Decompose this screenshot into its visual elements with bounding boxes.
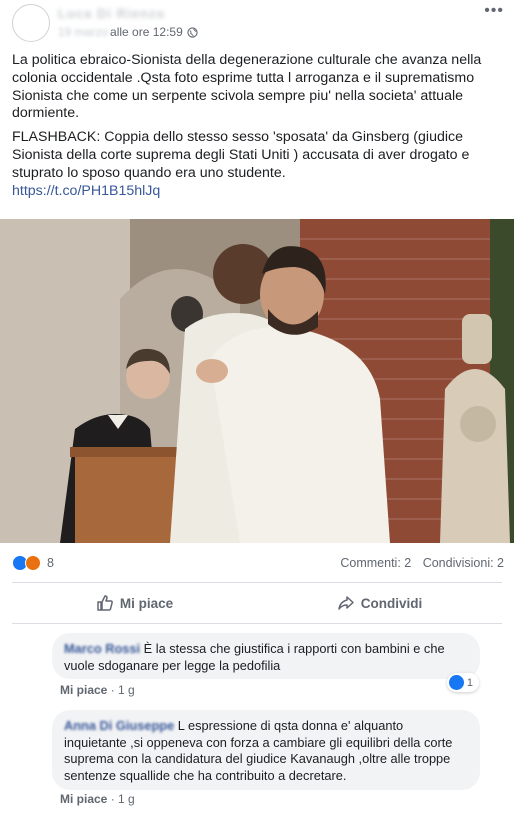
share-button-label: Condividi: [360, 595, 423, 611]
post-paragraph-2-text: FLASHBACK: Coppia dello stesso sesso 'sp…: [12, 129, 470, 181]
post-body: La politica ebraico-Sionista della degen…: [12, 52, 492, 206]
reaction-stats-bar: 8 Commenti: 2 Condivisioni: 2: [12, 553, 504, 573]
comment-bubble: Anna Di Giuseppe L espressione di qsta d…: [52, 710, 480, 790]
comment-like-button[interactable]: Mi piace: [60, 683, 107, 697]
engagement-counts: Commenti: 2 Condivisioni: 2: [332, 556, 504, 570]
commenter-avatar[interactable]: [12, 710, 44, 742]
post-paragraph-2: FLASHBACK: Coppia dello stesso sesso 'sp…: [12, 129, 492, 200]
like-reaction-icon: [448, 675, 464, 690]
comment-like-button[interactable]: Mi piace: [60, 792, 107, 806]
comment-reaction-badge[interactable]: 1: [446, 673, 479, 692]
comment-reaction-count: 1: [466, 676, 473, 689]
comment-meta: Mi piace · 1 g: [60, 792, 135, 806]
comment-meta: Mi piace · 1 g: [60, 683, 135, 697]
divider: [12, 623, 502, 624]
globe-icon: [187, 26, 198, 38]
reaction-count[interactable]: 8: [47, 556, 54, 570]
wedding-photo-image: [0, 219, 514, 543]
comment-time[interactable]: 1 g: [118, 683, 135, 697]
share-button[interactable]: Condividi: [257, 587, 502, 619]
like-button-label: Mi piace: [119, 595, 174, 611]
comment-item: Marco Rossi È la stessa che giustifica i…: [12, 633, 507, 703]
post-time: alle ore 12:59: [110, 25, 183, 39]
author-avatar[interactable]: [12, 4, 50, 42]
shares-count[interactable]: Condivisioni: 2: [423, 556, 504, 570]
post-link[interactable]: https://t.co/PH1B15hlJq: [12, 183, 160, 199]
comment-author[interactable]: Marco Rossi: [64, 641, 140, 656]
post-date: 19 marzo: [58, 25, 109, 39]
author-name[interactable]: Luca Di Rienzo: [58, 6, 165, 21]
comment-author[interactable]: Anna Di Giuseppe: [64, 718, 174, 733]
comment-time[interactable]: 1 g: [118, 792, 135, 806]
comments-count[interactable]: Commenti: 2: [340, 556, 411, 570]
comment-bubble: Marco Rossi È la stessa che giustifica i…: [52, 633, 480, 679]
like-button[interactable]: Mi piace: [12, 587, 257, 619]
comment-item: Anna Di Giuseppe L espressione di qsta d…: [12, 710, 507, 810]
meta-separator: ·: [110, 683, 119, 697]
post-paragraph-1: La politica ebraico-Sionista della degen…: [12, 52, 482, 122]
post-photo[interactable]: [0, 219, 514, 543]
meta-separator: ·: [110, 792, 119, 806]
post-timestamp[interactable]: 19 marzo alle ore 12:59: [58, 25, 198, 39]
commenter-avatar[interactable]: [12, 633, 44, 665]
share-arrow-icon: [338, 596, 354, 610]
reaction-icons[interactable]: [12, 555, 41, 571]
post-header: Luca Di Rienzo 19 marzo alle ore 12:59 •…: [0, 0, 514, 42]
thumbs-up-icon: [97, 595, 113, 611]
divider: [12, 582, 502, 583]
post-action-bar: Mi piace Condividi: [12, 587, 502, 619]
angry-reaction-icon: [25, 555, 41, 571]
more-options-button[interactable]: •••: [484, 2, 504, 20]
